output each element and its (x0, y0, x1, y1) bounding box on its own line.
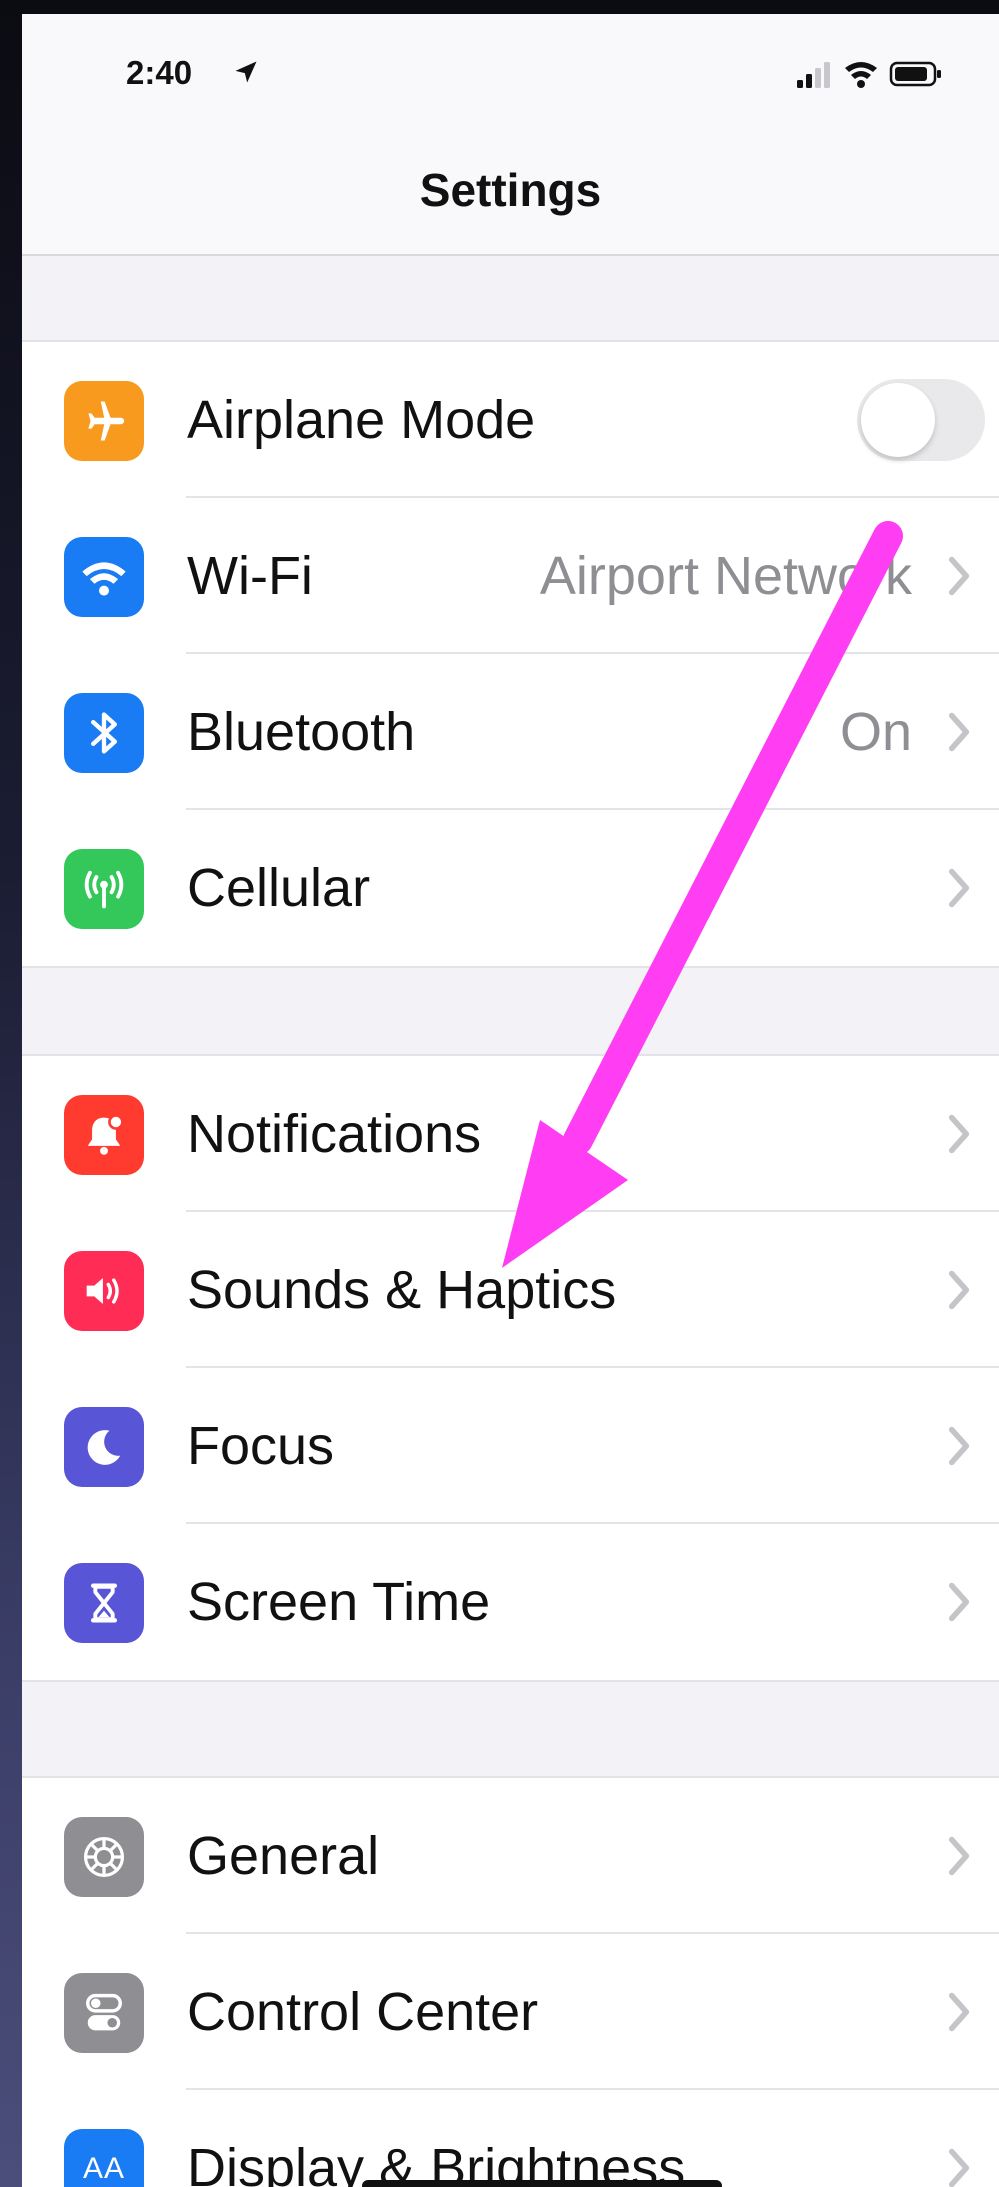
chevron-right-icon (948, 2148, 970, 2187)
hourglass-icon (64, 1563, 144, 1643)
text-size-icon: AA (64, 2129, 144, 2187)
bluetooth-status-value: On (839, 702, 912, 762)
settings-row-general[interactable]: General (22, 1778, 999, 1934)
screenshot-stage: 2:40 Settings Airplane Mode Wi-Fi Airpor… (0, 0, 999, 2187)
row-label: General (187, 1826, 380, 1886)
settings-group-general: General Control Center AA Display & Brig… (22, 1776, 999, 2187)
navigation-bar: Settings (22, 119, 999, 256)
row-label: Notifications (187, 1104, 482, 1164)
settings-row-bluetooth[interactable]: Bluetooth On (22, 654, 999, 810)
gear-icon (64, 1817, 144, 1897)
settings-row-sounds-haptics[interactable]: Sounds & Haptics (22, 1212, 999, 1368)
settings-row-cellular[interactable]: Cellular (22, 810, 999, 966)
location-arrow-icon (235, 61, 257, 83)
moon-icon (64, 1407, 144, 1487)
row-label: Control Center (187, 1982, 539, 2042)
text-size-icon-glyph: AA (82, 2152, 126, 2185)
speaker-icon (64, 1251, 144, 1331)
chevron-right-icon (948, 712, 970, 752)
settings-group-connectivity: Airplane Mode Wi-Fi Airport Network Blue… (22, 340, 999, 968)
settings-row-notifications[interactable]: Notifications (22, 1056, 999, 1212)
row-label: Wi-Fi (187, 546, 313, 606)
signal-icon (797, 62, 830, 88)
chevron-right-icon (948, 556, 970, 596)
row-label: Bluetooth (187, 702, 416, 762)
airplane-mode-toggle[interactable] (857, 379, 985, 461)
row-label: Cellular (187, 858, 371, 918)
page-title: Settings (419, 164, 602, 216)
row-label: Airplane Mode (187, 390, 536, 450)
chevron-right-icon (948, 868, 970, 908)
status-time: 2:40 (126, 54, 193, 91)
chevron-right-icon (948, 1426, 970, 1466)
bluetooth-icon (64, 693, 144, 773)
settings-row-focus[interactable]: Focus (22, 1368, 999, 1524)
status-indicators (797, 61, 941, 88)
airplane-icon (64, 381, 144, 461)
wifi-network-value: Airport Network (539, 546, 912, 606)
settings-group-notifications: Notifications Sounds & Haptics Focus Scr… (22, 1054, 999, 1682)
cellular-antenna-icon (64, 849, 144, 929)
battery-icon (889, 61, 941, 87)
chevron-right-icon (948, 1582, 970, 1622)
settings-row-display-brightness[interactable]: AA Display & Brightness (22, 2090, 999, 2187)
chevron-right-icon (948, 1992, 970, 2032)
chevron-right-icon (948, 1270, 970, 1310)
row-label: Screen Time (187, 1572, 491, 1632)
settings-row-screen-time[interactable]: Screen Time (22, 1524, 999, 1680)
chevron-right-icon (948, 1114, 970, 1154)
toggles-icon (64, 1973, 144, 2053)
settings-row-control-center[interactable]: Control Center (22, 1934, 999, 2090)
notifications-bell-icon (64, 1095, 144, 1175)
row-label: Sounds & Haptics (187, 1260, 617, 1320)
status-bar: 2:40 (22, 14, 999, 119)
toggle-knob (861, 383, 935, 457)
row-label: Focus (187, 1416, 335, 1476)
wifi-icon (64, 537, 144, 617)
chevron-right-icon (948, 1836, 970, 1876)
settings-row-wifi[interactable]: Wi-Fi Airport Network (22, 498, 999, 654)
wifi-status-icon (845, 62, 877, 88)
phone-screen: 2:40 Settings Airplane Mode Wi-Fi Airpor… (22, 14, 999, 2187)
home-indicator (362, 2180, 722, 2187)
settings-row-airplane-mode[interactable]: Airplane Mode (22, 342, 999, 498)
